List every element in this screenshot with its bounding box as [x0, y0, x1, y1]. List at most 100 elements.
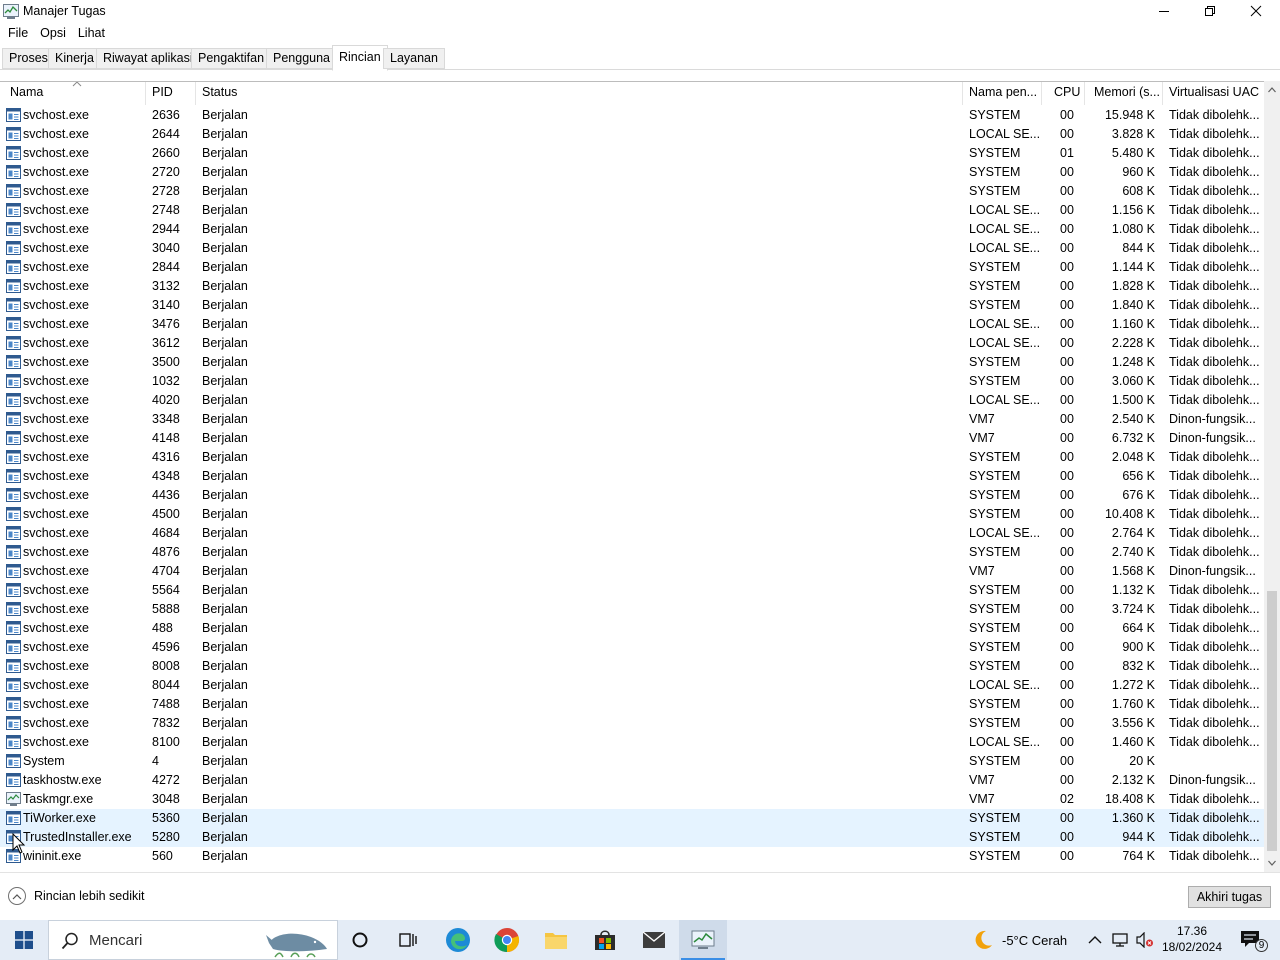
taskbar-clock[interactable]: 17.36 18/02/2024	[1158, 923, 1226, 955]
table-row[interactable]: System 4 Berjalan SYSTEM 00 20 K	[0, 752, 1264, 771]
table-row[interactable]: svchost.exe 2720 Berjalan SYSTEM 00 960 K Tida…	[0, 163, 1264, 182]
col-header-pid[interactable]: PID	[147, 82, 196, 105]
table-row[interactable]: svchost.exe 2944 Berjalan LOCAL SE... 00 1.08…	[0, 220, 1264, 239]
notification-center-button[interactable]: 9	[1236, 920, 1268, 960]
table-row[interactable]: svchost.exe 8044 Berjalan LOCAL SE... 00 1.27…	[0, 676, 1264, 695]
table-row[interactable]: svchost.exe 2728 Berjalan SYSTEM 00 608 K Tida…	[0, 182, 1264, 201]
process-pid: 3476	[152, 317, 180, 331]
table-row[interactable]: svchost.exe 4704 Berjalan VM7 00 1.568 K Dinon…	[0, 562, 1264, 581]
process-memory: 844 K	[1122, 241, 1155, 255]
task-view-icon[interactable]	[384, 920, 432, 960]
table-row[interactable]: svchost.exe 8008 Berjalan SYSTEM 00 832 K Tida…	[0, 657, 1264, 676]
table-row[interactable]: svchost.exe 3612 Berjalan LOCAL SE... 00 2.22…	[0, 334, 1264, 353]
table-row[interactable]: svchost.exe 4436 Berjalan SYSTEM 00 676 K Tida…	[0, 486, 1264, 505]
edge-browser-icon[interactable]	[434, 920, 482, 960]
tab-processes[interactable]: Proses	[2, 48, 55, 69]
table-row[interactable]: svchost.exe 3476 Berjalan LOCAL SE... 00 1.16…	[0, 315, 1264, 334]
volume-muted-icon[interactable]	[1136, 920, 1154, 960]
fewer-details-button[interactable]: Rincian lebih sedikit	[8, 887, 144, 905]
table-row[interactable]: svchost.exe 4876 Berjalan SYSTEM 00 2.740 K Ti…	[0, 543, 1264, 562]
col-header-name-label: Nama	[10, 85, 44, 99]
col-header-cpu[interactable]: CPU	[1049, 82, 1085, 105]
network-icon[interactable]	[1112, 920, 1130, 960]
taskbar-search[interactable]: Mencari	[48, 920, 338, 960]
maximize-button[interactable]	[1187, 0, 1233, 22]
table-row[interactable]: svchost.exe 488 Berjalan SYSTEM 00 664 K Tidak…	[0, 619, 1264, 638]
table-row[interactable]: svchost.exe 4596 Berjalan SYSTEM 00 900 K Tida…	[0, 638, 1264, 657]
table-row[interactable]: TrustedInstaller.exe 5280 Berjalan SYSTEM 00…	[0, 828, 1264, 847]
show-hidden-icons-button[interactable]	[1088, 920, 1102, 960]
tab-services[interactable]: Layanan	[383, 48, 445, 69]
table-row[interactable]: taskhostw.exe 4272 Berjalan VM7 00 2.132 K Din…	[0, 771, 1264, 790]
close-button[interactable]	[1233, 0, 1279, 22]
end-task-button[interactable]: Akhiri tugas	[1188, 886, 1271, 908]
table-row[interactable]: svchost.exe 3040 Berjalan LOCAL SE... 00 844 …	[0, 239, 1264, 258]
process-memory: 6.732 K	[1111, 431, 1155, 445]
table-row[interactable]: svchost.exe 7832 Berjalan SYSTEM 00 3.556 K Ti…	[0, 714, 1264, 733]
process-uac-virtualization: Tidak dibolehk...	[1169, 165, 1260, 179]
tab-details[interactable]: Rincian	[332, 45, 388, 71]
process-cpu: 00	[1060, 260, 1074, 274]
table-row[interactable]: svchost.exe 2636 Berjalan SYSTEM 00 15.948 K T…	[0, 106, 1264, 125]
table-row[interactable]: svchost.exe 2644 Berjalan LOCAL SE... 00 3.82…	[0, 125, 1264, 144]
process-window-icon	[6, 260, 21, 274]
table-row[interactable]: svchost.exe 2660 Berjalan SYSTEM 01 5.480 K Ti…	[0, 144, 1264, 163]
menu-view[interactable]: Lihat	[72, 24, 111, 44]
table-row[interactable]: svchost.exe 2844 Berjalan SYSTEM 00 1.144 K Ti…	[0, 258, 1264, 277]
mail-icon[interactable]	[630, 920, 678, 960]
table-row[interactable]: svchost.exe 4684 Berjalan LOCAL SE... 00 2.76…	[0, 524, 1264, 543]
table-row[interactable]: svchost.exe 4500 Berjalan SYSTEM 00 10.408 K T…	[0, 505, 1264, 524]
task-manager-taskbar-icon[interactable]	[679, 920, 727, 960]
col-header-memory[interactable]: Memori (s...	[1089, 82, 1163, 105]
process-cpu: 00	[1060, 488, 1074, 502]
process-memory: 18.408 K	[1104, 792, 1155, 806]
table-row[interactable]: svchost.exe 3140 Berjalan SYSTEM 00 1.840 K Ti…	[0, 296, 1264, 315]
table-row[interactable]: svchost.exe 4148 Berjalan VM7 00 6.732 K Dinon…	[0, 429, 1264, 448]
process-status: Berjalan	[202, 184, 248, 198]
table-row[interactable]: wininit.exe 560 Berjalan SYSTEM 00 764 K Tidak…	[0, 847, 1264, 866]
table-row[interactable]: TiWorker.exe 5360 Berjalan SYSTEM 00 1.360 K T…	[0, 809, 1264, 828]
scrollbar-thumb[interactable]	[1267, 591, 1277, 851]
table-row[interactable]: svchost.exe 5888 Berjalan SYSTEM 00 3.724 K Ti…	[0, 600, 1264, 619]
tab-performance[interactable]: Kinerja	[48, 48, 101, 69]
process-pid: 3040	[152, 241, 180, 255]
cortana-icon[interactable]	[336, 920, 384, 960]
col-header-username[interactable]: Nama pen...	[964, 82, 1042, 105]
table-row[interactable]: svchost.exe 4020 Berjalan LOCAL SE... 00 1.50…	[0, 391, 1264, 410]
table-row[interactable]: svchost.exe 7488 Berjalan SYSTEM 00 1.760 K Ti…	[0, 695, 1264, 714]
table-row[interactable]: svchost.exe 4348 Berjalan SYSTEM 00 656 K Tida…	[0, 467, 1264, 486]
menu-file[interactable]: File	[2, 24, 34, 44]
table-row[interactable]: svchost.exe 8100 Berjalan LOCAL SE... 00 1.46…	[0, 733, 1264, 752]
table-row[interactable]: Taskmgr.exe 3048 Berjalan VM7 02 18.408 K Tida…	[0, 790, 1264, 809]
process-username: LOCAL SE...	[969, 203, 1039, 217]
scroll-up-icon[interactable]	[1268, 86, 1276, 94]
table-row[interactable]: svchost.exe 3500 Berjalan SYSTEM 00 1.248 K Ti…	[0, 353, 1264, 372]
col-header-name[interactable]: Nama	[5, 82, 146, 105]
chrome-browser-icon[interactable]	[483, 920, 531, 960]
process-name: svchost.exe	[23, 659, 90, 673]
tab-app-history[interactable]: Riwayat aplikasi	[96, 48, 200, 69]
menu-options[interactable]: Opsi	[34, 24, 72, 44]
table-row[interactable]: svchost.exe 3348 Berjalan VM7 00 2.540 K Dinon…	[0, 410, 1264, 429]
table-row[interactable]: svchost.exe 2748 Berjalan LOCAL SE... 00 1.15…	[0, 201, 1264, 220]
tab-users[interactable]: Pengguna	[266, 48, 338, 69]
process-name: svchost.exe	[23, 564, 90, 578]
table-row[interactable]: svchost.exe 1032 Berjalan SYSTEM 00 3.060 K Ti…	[0, 372, 1264, 391]
microsoft-store-icon[interactable]	[581, 920, 629, 960]
weather-widget[interactable]: -5°C Cerah	[972, 920, 1067, 960]
table-row[interactable]: svchost.exe 3132 Berjalan SYSTEM 00 1.828 K Ti…	[0, 277, 1264, 296]
file-explorer-icon[interactable]	[532, 920, 580, 960]
process-pid: 3500	[152, 355, 180, 369]
start-button[interactable]	[0, 920, 48, 960]
process-pid: 3132	[152, 279, 180, 293]
table-row[interactable]: svchost.exe 5564 Berjalan SYSTEM 00 1.132 K Ti…	[0, 581, 1264, 600]
process-window-icon	[6, 488, 21, 502]
tab-startup[interactable]: Pengaktifan	[191, 48, 272, 69]
minimize-button[interactable]	[1141, 0, 1187, 22]
process-username: SYSTEM	[969, 355, 1021, 369]
table-row[interactable]: svchost.exe 4316 Berjalan SYSTEM 00 2.048 K Ti…	[0, 448, 1264, 467]
vertical-scrollbar[interactable]	[1264, 81, 1280, 872]
scroll-down-icon[interactable]	[1268, 859, 1276, 867]
col-header-uac-virtualization[interactable]: Virtualisasi UAC	[1164, 82, 1264, 105]
col-header-status[interactable]: Status	[197, 82, 963, 105]
